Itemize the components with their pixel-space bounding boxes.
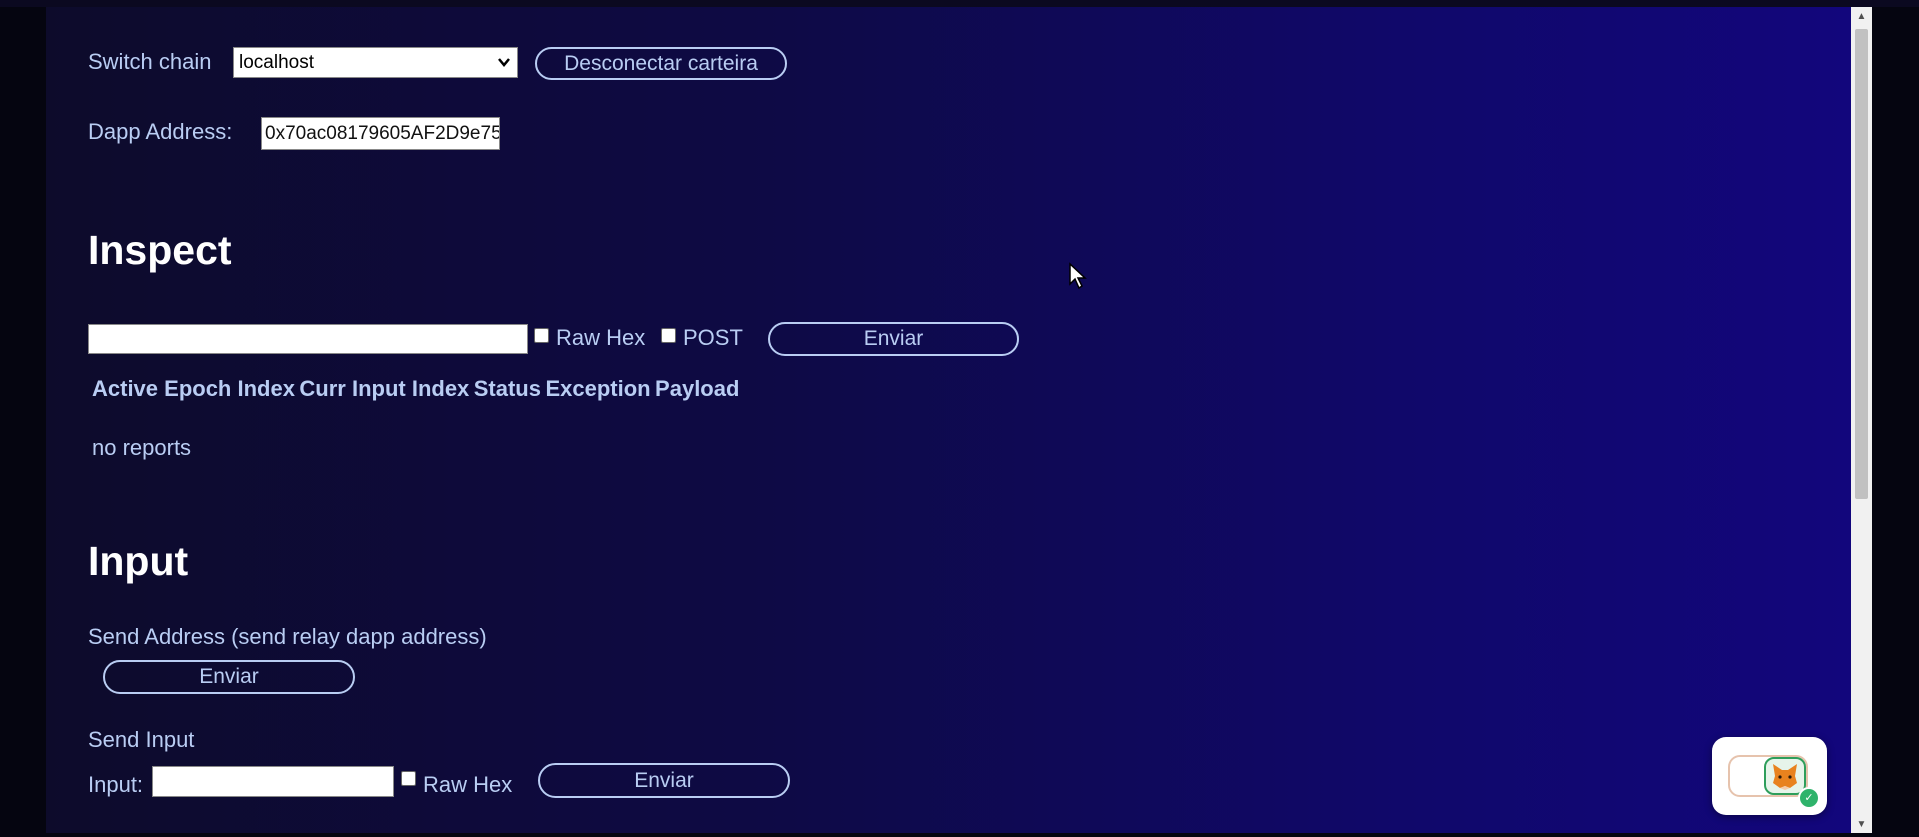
dapp-address-label: Dapp Address: <box>88 119 233 144</box>
inspect-payload-input[interactable] <box>88 324 528 354</box>
chain-select[interactable]: localhost <box>233 47 518 78</box>
col-payload: Payload <box>655 376 740 401</box>
dapp-page: Switch chain localhost Desconectar carte… <box>46 7 1851 833</box>
col-active-epoch-index: Active Epoch Index <box>92 376 295 401</box>
mouse-pointer-icon <box>1068 262 1088 295</box>
checkmark-icon: ✓ <box>1798 787 1820 809</box>
col-status: Status <box>473 376 541 401</box>
reports-table-header: Active Epoch Index Curr Input Index Stat… <box>92 376 739 402</box>
metamask-fox-icon <box>1764 757 1806 795</box>
inspect-raw-hex-label: Raw Hex <box>556 325 646 350</box>
inspect-post-checkbox[interactable] <box>661 328 676 343</box>
send-input-label: Send Input <box>88 727 195 752</box>
input-heading: Input <box>88 538 189 584</box>
send-input-raw-hex-label: Raw Hex <box>423 772 513 797</box>
wallet-widget[interactable]: ✓ <box>1712 737 1827 815</box>
send-input-raw-hex-checkbox[interactable] <box>401 771 416 786</box>
col-curr-input-index: Curr Input Index <box>299 376 470 401</box>
col-exception: Exception <box>545 376 651 401</box>
send-input-button[interactable]: Enviar <box>538 763 790 798</box>
dapp-address-input[interactable]: 0x70ac08179605AF2D9e75 <box>261 117 500 150</box>
input-field-label: Input: <box>88 772 144 797</box>
disconnect-wallet-button[interactable]: Desconectar carteira <box>535 47 787 80</box>
chain-select-value: localhost <box>239 52 314 73</box>
scroll-up-arrow-icon[interactable]: ▲ <box>1851 11 1872 22</box>
inspect-post-label: POST <box>683 325 743 350</box>
scrollbar-thumb[interactable] <box>1855 29 1868 499</box>
send-input-field[interactable] <box>152 766 394 797</box>
send-address-button[interactable]: Enviar <box>103 660 355 694</box>
switch-chain-label: Switch chain <box>88 49 212 74</box>
chevron-down-icon <box>497 48 511 87</box>
send-address-label: Send Address (send relay dapp address) <box>88 624 487 649</box>
scroll-down-arrow-icon[interactable]: ▼ <box>1851 819 1872 830</box>
inspect-heading: Inspect <box>88 227 232 273</box>
inspect-raw-hex-checkbox[interactable] <box>534 328 549 343</box>
wallet-toggle[interactable] <box>1728 755 1808 797</box>
inspect-send-button[interactable]: Enviar <box>768 322 1019 356</box>
no-reports-text: no reports <box>92 435 192 460</box>
top-strip <box>0 0 1919 7</box>
vertical-scrollbar[interactable]: ▲ ▼ <box>1851 7 1872 833</box>
